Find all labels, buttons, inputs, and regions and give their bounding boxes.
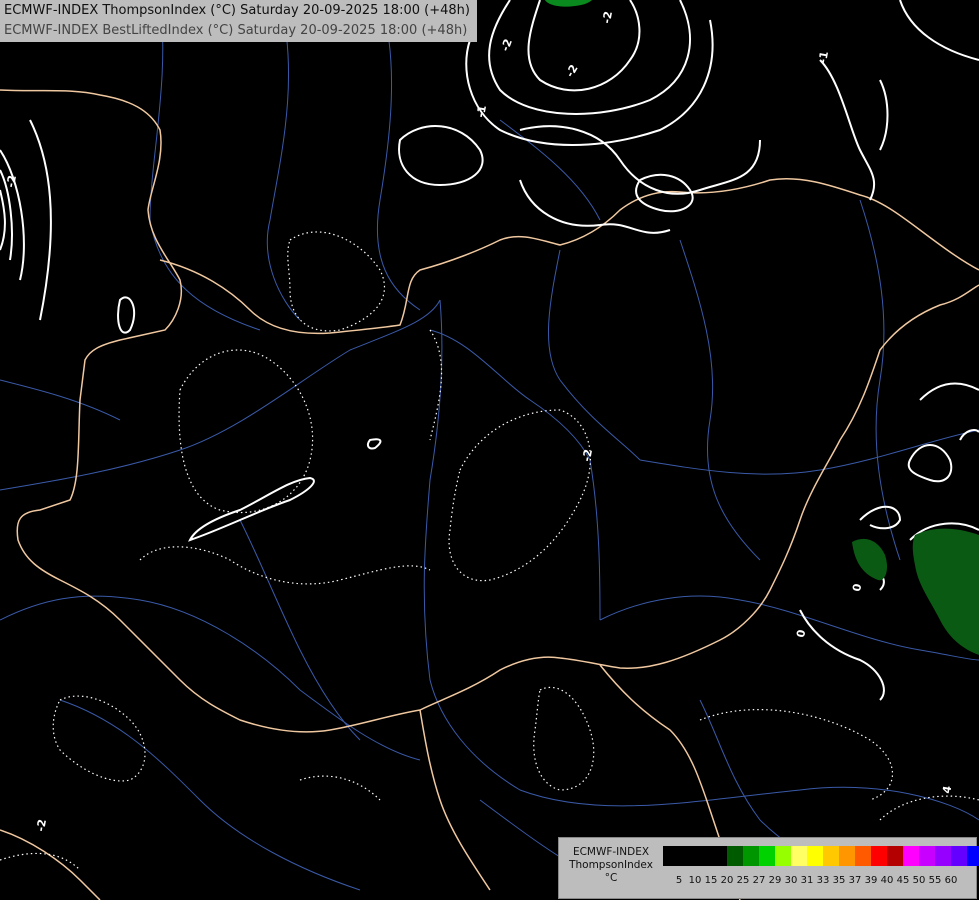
legend-model: ECMWF-INDEX <box>572 846 650 858</box>
legend-swatch <box>871 846 887 866</box>
legend-swatches <box>663 846 979 866</box>
legend-tick: 25 <box>736 875 750 886</box>
legend-label: ECMWF-INDEX ThompsonIndex °C <box>561 846 661 885</box>
legend-swatch <box>775 846 791 866</box>
legend-tick: 39 <box>864 875 878 886</box>
legend-tick: 55 <box>928 875 942 886</box>
legend-swatch <box>919 846 935 866</box>
color-legend: ECMWF-INDEX ThompsonIndex °C 5 10 15 20 25 27… <box>558 837 979 899</box>
title-line-thompson: ECMWF-INDEX ThompsonIndex (°C) Saturday … <box>4 3 470 18</box>
legend-swatch <box>663 846 679 866</box>
contour-label: -2 <box>34 818 49 832</box>
legend-swatch <box>823 846 839 866</box>
legend-tick: 33 <box>816 875 830 886</box>
legend-tick: 40 <box>880 875 894 886</box>
legend-swatch <box>839 846 855 866</box>
legend-tick: 10 <box>688 875 702 886</box>
legend-swatch <box>935 846 951 866</box>
legend-tick: 31 <box>800 875 814 886</box>
legend-tick: 20 <box>720 875 734 886</box>
legend-tick: 27 <box>752 875 766 886</box>
legend-swatch <box>887 846 903 866</box>
legend-swatch <box>807 846 823 866</box>
legend-swatch <box>695 846 711 866</box>
legend-tick: 50 <box>912 875 926 886</box>
weather-map: -2 -2 -2 -1 -1 -2 -2 0 0 -2 4 <box>0 0 979 900</box>
legend-swatch <box>759 846 775 866</box>
legend-parameter: ThompsonIndex <box>569 859 653 871</box>
legend-tick: 37 <box>848 875 862 886</box>
legend-tick: 15 <box>704 875 718 886</box>
legend-tick: 29 <box>768 875 782 886</box>
legend-swatch <box>727 846 743 866</box>
legend-swatch <box>711 846 727 866</box>
contour-label: -2 <box>600 10 615 24</box>
contour-label: -2 <box>580 448 595 462</box>
legend-swatch <box>679 846 695 866</box>
map-title: ECMWF-INDEX ThompsonIndex (°C) Saturday … <box>0 0 477 42</box>
legend-tick: 35 <box>832 875 846 886</box>
legend-ticks: 5 10 15 20 25 27 29 30 31 33 35 37 39 40 45 50 55 60 <box>663 875 959 889</box>
contour-label: -1 <box>816 50 831 64</box>
legend-unit: °C <box>604 872 618 884</box>
legend-tick: 5 <box>675 875 683 886</box>
legend-tick: 60 <box>944 875 958 886</box>
legend-swatch <box>967 846 979 866</box>
legend-tick: 45 <box>896 875 910 886</box>
title-line-bestlifted: ECMWF-INDEX BestLiftedIndex (°C) Saturda… <box>4 23 468 38</box>
legend-tick: 30 <box>784 875 798 886</box>
legend-swatch <box>791 846 807 866</box>
contour-label: -1 <box>474 104 489 118</box>
legend-swatch <box>951 846 967 866</box>
legend-swatch <box>743 846 759 866</box>
contour-label: -2 <box>4 174 19 188</box>
legend-swatch <box>903 846 919 866</box>
legend-swatch <box>855 846 871 866</box>
